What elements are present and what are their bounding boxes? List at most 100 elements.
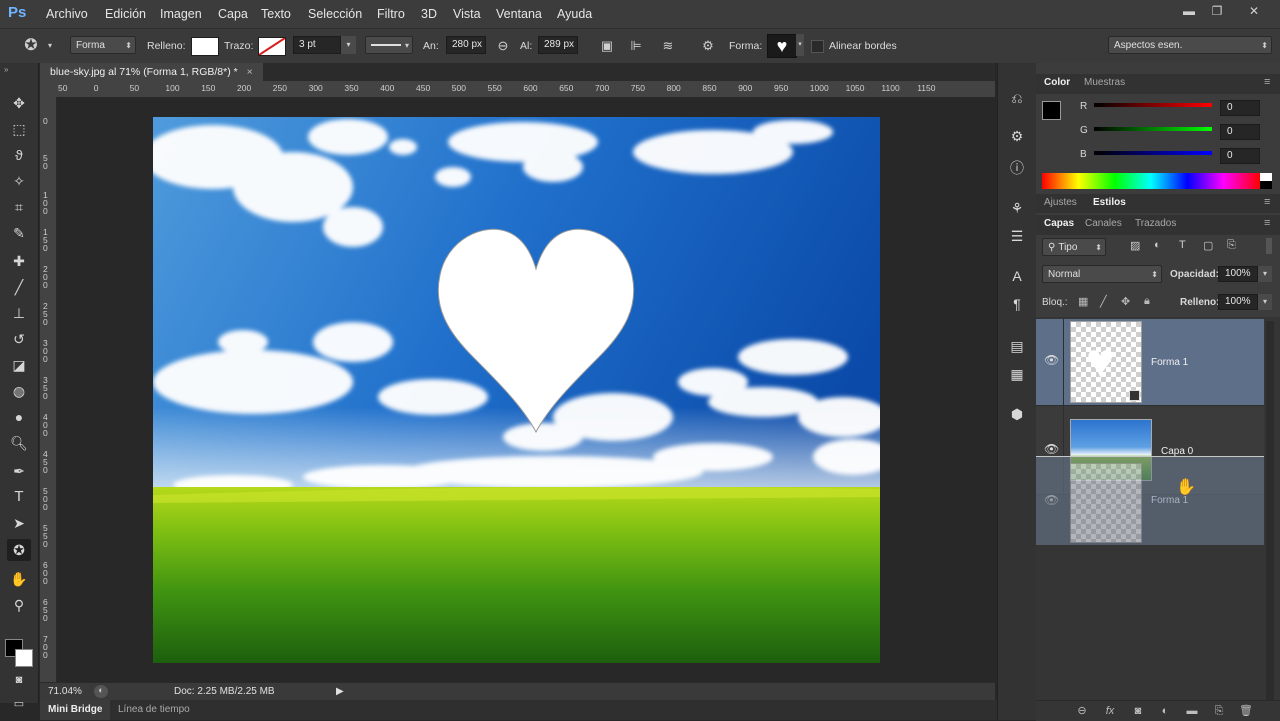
- new-group-icon[interactable]: ▬: [1184, 704, 1200, 718]
- minimize-button[interactable]: ▬: [1176, 2, 1202, 20]
- healing-brush-tool-icon[interactable]: ✚: [7, 250, 31, 272]
- eye-icon[interactable]: 👁︎: [1044, 493, 1059, 507]
- zoom-scrub-icon[interactable]: ◐: [94, 685, 108, 698]
- hand-tool-icon[interactable]: ✋: [7, 568, 31, 590]
- link-icon[interactable]: ⊖: [494, 38, 512, 54]
- lasso-tool-icon[interactable]: ϑ: [7, 144, 31, 166]
- quick-mask-icon[interactable]: ◙: [7, 669, 31, 691]
- path-operations-icon[interactable]: ▣: [598, 38, 616, 54]
- brush-tool-icon[interactable]: ╱: [7, 276, 31, 298]
- new-layer-icon[interactable]: ⎘: [1211, 704, 1227, 718]
- tab-timeline[interactable]: Línea de tiempo: [118, 704, 190, 715]
- stroke-width-dropdown-button[interactable]: ▾: [341, 36, 356, 54]
- chevron-down-icon[interactable]: ▾: [796, 34, 804, 56]
- link-layers-icon[interactable]: ⊖: [1074, 704, 1090, 718]
- notes-panel-icon[interactable]: ▤: [1006, 335, 1028, 357]
- menu-ayuda[interactable]: Ayuda: [557, 7, 592, 21]
- screen-mode-icon[interactable]: ▭: [7, 693, 31, 715]
- adjustment-filter-icon[interactable]: ◐: [1154, 239, 1161, 251]
- tab-paths[interactable]: Trazados: [1135, 218, 1176, 229]
- path-arrangement-icon[interactable]: ≋: [659, 38, 677, 54]
- zoom-level[interactable]: 71.04%: [48, 686, 82, 697]
- magic-wand-tool-icon[interactable]: ✧: [7, 170, 31, 192]
- filter-toggle[interactable]: [1266, 238, 1272, 254]
- crop-tool-icon[interactable]: ⌗: [7, 196, 31, 218]
- trash-icon[interactable]: 🗑︎: [1238, 704, 1254, 718]
- add-mask-icon[interactable]: ◙: [1130, 704, 1146, 718]
- menu-vista[interactable]: Vista: [453, 7, 481, 21]
- panel-menu-icon[interactable]: ≡: [1264, 196, 1270, 208]
- shape-filter-icon[interactable]: ▢: [1203, 239, 1213, 252]
- fill-field[interactable]: 100%: [1218, 294, 1258, 310]
- color-spectrum-bar[interactable]: [1042, 173, 1260, 189]
- chevron-down-icon[interactable]: ▾: [48, 41, 52, 50]
- play-arrow-icon[interactable]: ▶: [336, 686, 344, 697]
- background-color-swatch[interactable]: [15, 649, 33, 667]
- eye-icon[interactable]: 👁︎: [1044, 353, 1059, 367]
- panel-menu-icon[interactable]: ≡: [1264, 217, 1270, 229]
- layer-row-selected[interactable]: 👁︎ ♥ Forma 1: [1036, 319, 1264, 406]
- tab-color[interactable]: Color: [1044, 77, 1070, 88]
- chevron-down-icon[interactable]: ▾: [1258, 266, 1272, 282]
- move-tool-icon[interactable]: ✥: [7, 92, 31, 114]
- eyedropper-tool-icon[interactable]: ✎: [7, 222, 31, 244]
- red-slider[interactable]: [1094, 103, 1212, 107]
- dodge-tool-icon[interactable]: 🔍︎: [7, 432, 31, 454]
- layers-scrollbar[interactable]: [1266, 321, 1274, 701]
- path-selection-tool-icon[interactable]: ➤: [7, 512, 31, 534]
- tab-mini-bridge[interactable]: Mini Bridge: [40, 700, 111, 720]
- green-field[interactable]: 0: [1220, 124, 1260, 140]
- align-edges-checkbox[interactable]: [811, 40, 824, 53]
- fill-swatch[interactable]: [191, 37, 219, 56]
- smart-object-filter-icon[interactable]: ⎘: [1227, 239, 1236, 252]
- paint-bucket-tool-icon[interactable]: ◍: [7, 380, 31, 402]
- stroke-width-field[interactable]: 3 pt: [293, 36, 341, 54]
- close-tab-icon[interactable]: ×: [247, 66, 253, 78]
- workspace-select[interactable]: Aspectos esen. ⬍: [1108, 36, 1272, 54]
- panel-menu-icon[interactable]: ≡: [1264, 76, 1270, 88]
- black-swatch[interactable]: [1260, 181, 1272, 189]
- blue-field[interactable]: 0: [1220, 148, 1260, 164]
- menu-edicion[interactable]: Edición: [105, 7, 146, 21]
- brush-presets-icon[interactable]: ☰: [1006, 225, 1028, 247]
- menu-3d[interactable]: 3D: [421, 7, 437, 21]
- lock-transparency-icon[interactable]: ▦: [1078, 295, 1088, 308]
- close-window-button[interactable]: ✕: [1236, 2, 1272, 20]
- type-tool-icon[interactable]: T: [7, 486, 31, 508]
- width-field[interactable]: 280 px: [446, 36, 486, 54]
- menu-filtro[interactable]: Filtro: [377, 7, 405, 21]
- green-slider[interactable]: [1094, 127, 1212, 131]
- eye-icon[interactable]: 👁︎: [1044, 442, 1059, 456]
- actions-panel-icon[interactable]: ⚙: [1006, 125, 1028, 147]
- custom-shape-tool-icon[interactable]: ✪: [7, 539, 31, 561]
- menu-archivo[interactable]: Archivo: [46, 7, 88, 21]
- character-panel-icon[interactable]: A: [1006, 265, 1028, 287]
- collapse-icon[interactable]: »: [4, 65, 8, 74]
- history-panel-icon[interactable]: ⎌: [1006, 87, 1028, 109]
- adjustment-layer-icon[interactable]: ◐: [1157, 704, 1173, 718]
- document-image[interactable]: [153, 117, 880, 663]
- info-icon[interactable]: ⓘ: [1006, 157, 1028, 179]
- tab-styles[interactable]: Estilos: [1093, 197, 1126, 208]
- properties-panel-icon[interactable]: ▦: [1006, 363, 1028, 385]
- dragged-layer-row[interactable]: 👁︎ Forma 1: [1036, 456, 1264, 545]
- tab-channels[interactable]: Canales: [1085, 218, 1122, 229]
- document-tab[interactable]: blue-sky.jpg al 71% (Forma 1, RGB/8*) * …: [40, 63, 263, 81]
- fx-icon[interactable]: fx: [1102, 704, 1118, 718]
- lock-pixels-icon[interactable]: ╱: [1100, 295, 1107, 308]
- lock-all-icon[interactable]: 🔒︎: [1144, 295, 1150, 308]
- paragraph-panel-icon[interactable]: ¶: [1006, 293, 1028, 315]
- stroke-swatch[interactable]: [258, 37, 286, 56]
- foreground-color-chip[interactable]: [1042, 101, 1061, 120]
- shape-tool-preset-icon[interactable]: ✪: [22, 38, 40, 54]
- blue-slider[interactable]: [1094, 151, 1212, 155]
- pen-tool-icon[interactable]: ✒: [7, 460, 31, 482]
- marquee-tool-icon[interactable]: ⬚: [7, 118, 31, 140]
- tab-adjustments[interactable]: Ajustes: [1044, 197, 1077, 208]
- layer-filter-select[interactable]: ⚲ Tipo ⬍: [1042, 238, 1106, 256]
- brush-panel-icon[interactable]: ⚘: [1006, 197, 1028, 219]
- tab-layers[interactable]: Capas: [1044, 218, 1074, 229]
- red-field[interactable]: 0: [1220, 100, 1260, 116]
- tool-mode-select[interactable]: Forma ⬍: [70, 36, 136, 54]
- pixel-filter-icon[interactable]: ▨: [1130, 239, 1140, 252]
